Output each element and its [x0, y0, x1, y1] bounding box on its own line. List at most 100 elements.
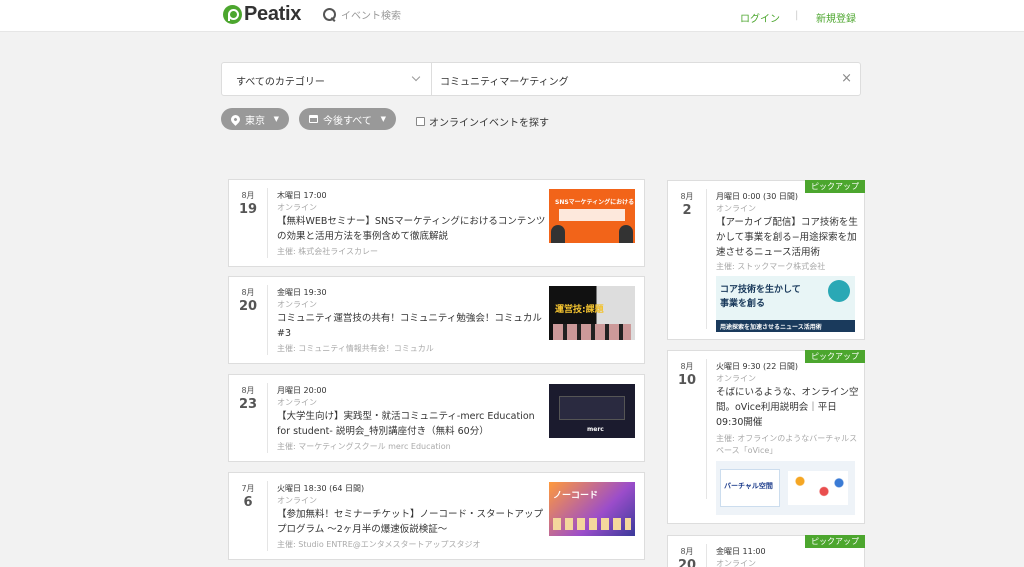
caret-down-icon: ▼ — [380, 115, 386, 123]
magnifier-graphic — [828, 280, 850, 302]
event-title[interactable]: 【アーカイブ配信】コア技術を生かして事業を創る−用途探索を加速させるニュース活用… — [716, 215, 861, 260]
divider — [267, 285, 268, 355]
calendar-icon — [309, 115, 318, 123]
pickup-card[interactable]: ピックアップ 8月 10 火曜日 9:30 (22 日間) オンライン そばにい… — [667, 350, 865, 524]
event-organizer: 主催: マーケティングスクール merc Education — [277, 442, 451, 451]
online-events-toggle[interactable]: オンラインイベントを探す — [416, 114, 549, 129]
event-month: 7月 — [241, 484, 255, 493]
event-organizer: 主催: ストックマーク株式会社 — [716, 262, 826, 271]
speaker-photo — [619, 225, 633, 243]
event-day: 20 — [238, 299, 258, 314]
event-time: 金曜日 11:00 — [716, 547, 766, 556]
category-select[interactable]: すべてのカテゴリー — [222, 63, 432, 95]
event-thumbnail[interactable]: ノーコード — [549, 482, 635, 536]
thumbnail-banner — [559, 209, 625, 221]
divider — [706, 544, 707, 567]
event-date: 8月 23 — [229, 385, 267, 412]
event-date: 8月 20 — [668, 546, 706, 567]
event-date: 8月 10 — [668, 361, 706, 388]
peatix-logo-icon — [223, 5, 242, 24]
speaker-photo — [551, 225, 565, 243]
thumbnail-text: merc — [587, 426, 604, 433]
chevron-down-icon — [411, 72, 421, 82]
event-card[interactable]: 7月 6 火曜日 18:30 (64 日間) オンライン 【参加無料！セミナーチ… — [228, 472, 645, 560]
keyword-input[interactable]: コミュニティマーケティング — [440, 73, 569, 88]
event-type: オンライン — [277, 300, 317, 309]
thumbnail-text: ノーコード — [553, 491, 599, 501]
header-search[interactable]: イベント検索 — [323, 7, 401, 22]
event-day: 2 — [682, 203, 692, 218]
event-date: 8月 2 — [668, 191, 706, 218]
pickup-card[interactable]: ピックアップ 8月 2 月曜日 0:00 (30 日間) オンライン 【アーカイ… — [667, 180, 865, 340]
event-month: 8月 — [680, 547, 694, 556]
event-month: 8月 — [680, 362, 694, 371]
event-day: 6 — [243, 495, 253, 510]
avatars-graphic — [788, 471, 848, 505]
thumbnail-panel — [559, 396, 625, 420]
event-date: 7月 6 — [229, 483, 267, 510]
event-thumbnail[interactable]: コア技術を生かして 事業を創る 用途探索を加速させるニュース活用術 — [716, 276, 855, 332]
event-organizer: 主催: オフラインのようなバーチャルスペース「oVice」 — [716, 434, 858, 455]
event-organizer: 主催: Studio ENTRE@エンタメスタートアップスタジオ — [277, 540, 481, 549]
event-title[interactable]: 【参加無料！セミナーチケット】ノーコード・スタートアッププログラム 〜2ヶ月半の… — [277, 507, 547, 537]
event-date: 8月 20 — [229, 287, 267, 314]
search-icon — [323, 7, 337, 22]
top-header: Peatix イベント検索 ログイン | 新規登録 — [0, 0, 1024, 32]
event-time: 火曜日 18:30 (64 日間) — [277, 484, 365, 493]
header-separator: | — [795, 10, 799, 21]
event-time: 金曜日 19:30 — [277, 288, 327, 297]
logo-text: Peatix — [244, 3, 302, 25]
event-time: 木曜日 17:00 — [277, 191, 327, 200]
date-filter-label: 今後すべて — [323, 115, 372, 127]
event-thumbnail[interactable]: SNSマーケティングにおける — [549, 189, 635, 243]
thumbnail-text: 事業を創る — [720, 299, 766, 309]
clear-icon[interactable]: × — [841, 72, 852, 85]
date-filter-button[interactable]: 今後すべて ▼ — [299, 108, 396, 130]
thumbnail-text: コア技術を生かして — [720, 285, 801, 295]
event-title[interactable]: 【大学生向け】実践型・就活コミュニティ-merc Education for s… — [277, 409, 547, 439]
header-search-placeholder: イベント検索 — [341, 11, 401, 22]
pickup-card[interactable]: ピックアップ 8月 20 金曜日 11:00 オンライン — [667, 535, 865, 567]
pickup-badge: ピックアップ — [805, 180, 865, 193]
event-type: オンライン — [716, 559, 756, 567]
event-thumbnail[interactable]: 運営技:課題 — [549, 286, 635, 340]
event-day: 10 — [677, 373, 697, 388]
event-title[interactable]: 【無料WEBセミナー】SNSマーケティングにおけるコンテンツの効果と活用方法を事… — [277, 214, 547, 244]
event-time: 月曜日 0:00 (30 日間) — [716, 192, 799, 201]
event-organizer: 主催: 株式会社ライスカレー — [277, 247, 378, 256]
event-title[interactable]: そばにいるような、オンライン空間。oVice利用説明会｜平日09:30開催 — [716, 385, 861, 430]
event-card[interactable]: 8月 19 木曜日 17:00 オンライン 【無料WEBセミナー】SNSマーケテ… — [228, 179, 645, 267]
online-events-checkbox[interactable] — [416, 117, 425, 126]
location-pin-icon — [229, 112, 242, 126]
event-type: オンライン — [716, 374, 756, 383]
event-time: 火曜日 9:30 (22 日間) — [716, 362, 799, 371]
speaker-photos — [553, 324, 631, 340]
location-filter-label: 東京 — [245, 115, 265, 127]
divider — [267, 481, 268, 551]
caret-down-icon: ▼ — [273, 115, 279, 123]
pickup-badge: ピックアップ — [805, 350, 865, 363]
thumbnail-text: 用途探索を加速させるニュース活用術 — [720, 324, 822, 331]
signup-link[interactable]: 新規登録 — [816, 10, 856, 25]
thumbnail-text: バーチャル空間 — [724, 482, 773, 490]
event-thumbnail[interactable]: バーチャル空間 — [716, 461, 855, 515]
event-title[interactable]: コミュニティ運営技の共有！コミュニティ勉強会！コミュカル #3 — [277, 311, 547, 341]
event-type: オンライン — [277, 398, 317, 407]
divider — [267, 188, 268, 258]
login-link[interactable]: ログイン — [740, 10, 780, 25]
category-select-value: すべてのカテゴリー — [236, 77, 325, 88]
event-card[interactable]: 8月 20 金曜日 19:30 オンライン コミュニティ運営技の共有！コミュニテ… — [228, 276, 645, 364]
search-bar: すべてのカテゴリー コミュニティマーケティング × — [221, 62, 861, 96]
location-filter-button[interactable]: 東京 ▼ — [221, 108, 289, 130]
event-month: 8月 — [241, 288, 255, 297]
event-organizer: 主催: コミュニティ情報共有会！コミュカル — [277, 344, 434, 353]
event-thumbnail[interactable]: merc — [549, 384, 635, 438]
event-type: オンライン — [716, 204, 756, 213]
event-card[interactable]: 8月 23 月曜日 20:00 オンライン 【大学生向け】実践型・就活コミュニテ… — [228, 374, 645, 462]
peatix-logo[interactable]: Peatix — [223, 3, 301, 26]
event-month: 8月 — [241, 191, 255, 200]
divider — [706, 359, 707, 499]
online-events-label: オンラインイベントを探す — [429, 118, 549, 129]
event-day: 23 — [238, 397, 258, 412]
event-month: 8月 — [680, 192, 694, 201]
